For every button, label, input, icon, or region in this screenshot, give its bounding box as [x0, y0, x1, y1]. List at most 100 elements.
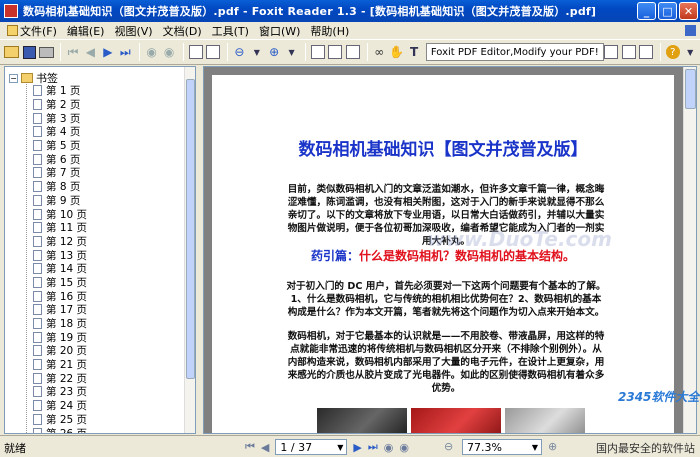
- fit-page-button[interactable]: [328, 42, 343, 62]
- maximize-button[interactable]: □: [658, 2, 677, 20]
- status-first-page-icon[interactable]: ⏮: [245, 440, 255, 454]
- bookmark-item[interactable]: 第 2 页: [33, 98, 87, 112]
- zoom-out-dropdown[interactable]: ▼: [249, 42, 264, 62]
- pdf-editor-promo[interactable]: Foxit PDF Editor,Modify your PDF!: [425, 43, 604, 61]
- chevron-down-icon: ▼: [288, 47, 295, 57]
- bookmark-item[interactable]: 第 17 页: [33, 303, 87, 317]
- bookmark-item[interactable]: 第 14 页: [33, 262, 87, 276]
- status-zoom-in-icon[interactable]: ⊕: [548, 440, 557, 453]
- next-page-button[interactable]: ▶: [100, 42, 115, 62]
- prev-page-button[interactable]: ◀: [83, 42, 98, 62]
- bookmark-item[interactable]: 第 21 页: [33, 358, 87, 372]
- zoom-out-button[interactable]: ⊖: [232, 42, 247, 62]
- toolbar-separator: [138, 43, 140, 61]
- close-button[interactable]: ✕: [679, 2, 698, 20]
- bookmark-item[interactable]: 第 8 页: [33, 180, 87, 194]
- status-zoom-out-icon[interactable]: ⊖: [444, 440, 453, 453]
- status-last-page-icon[interactable]: ⏭: [368, 440, 378, 454]
- bookmark-item[interactable]: 第 3 页: [33, 111, 87, 125]
- single-page-button[interactable]: [604, 42, 619, 62]
- toolbar-separator: [660, 43, 662, 61]
- open-button[interactable]: [4, 42, 20, 62]
- camera-photo: [317, 408, 587, 433]
- bookmark-item[interactable]: 第 20 页: [33, 344, 87, 358]
- bookmark-item[interactable]: 第 6 页: [33, 152, 87, 166]
- menu-tools[interactable]: 工具(T): [207, 23, 254, 39]
- bookmark-item[interactable]: 第 18 页: [33, 317, 87, 331]
- menu-document[interactable]: 文档(D): [158, 23, 207, 39]
- actual-size-button[interactable]: [310, 42, 326, 62]
- hand-tool-button[interactable]: ✋: [389, 42, 404, 62]
- status-back-icon[interactable]: ◉: [384, 441, 394, 454]
- fit-page-icon: [328, 45, 343, 59]
- bookmark-item[interactable]: 第 23 页: [33, 385, 87, 399]
- document-scroll-thumb[interactable]: [685, 69, 696, 109]
- zoom-field[interactable]: 77.3% ▼: [462, 439, 542, 455]
- status-next-page-icon[interactable]: ▶: [353, 441, 361, 454]
- chevron-down-icon[interactable]: ▼: [529, 443, 541, 452]
- menu-window[interactable]: 窗口(W): [254, 23, 305, 39]
- page-icon: [33, 359, 42, 371]
- bookmark-item[interactable]: 第 13 页: [33, 248, 87, 262]
- bookmark-item[interactable]: 第 15 页: [33, 276, 87, 290]
- document-scrollbar[interactable]: [683, 67, 696, 433]
- fit-width-button[interactable]: [345, 42, 360, 62]
- back-button[interactable]: ◉: [144, 42, 159, 62]
- bookmark-item[interactable]: 第 1 页: [33, 84, 87, 98]
- bookmark-item[interactable]: 第 11 页: [33, 221, 87, 235]
- bookmark-item[interactable]: 第 25 页: [33, 413, 87, 427]
- minimize-button[interactable]: _: [637, 2, 656, 20]
- help-button[interactable]: ?: [665, 42, 680, 62]
- bookmark-item[interactable]: 第 7 页: [33, 166, 87, 180]
- status-forward-icon[interactable]: ◉: [399, 441, 409, 454]
- status-prev-page-icon[interactable]: ◀: [261, 441, 269, 454]
- document-view[interactable]: 数码相机基础知识【图文并茂普及版】 目前，类似数码相机入门的文章泛滥如潮水，但许…: [203, 66, 697, 434]
- page-icon: [33, 235, 42, 247]
- print-button[interactable]: [39, 42, 55, 62]
- continuous-button[interactable]: [621, 42, 636, 62]
- save-button[interactable]: [21, 42, 36, 62]
- rotate-left-button[interactable]: [188, 42, 203, 62]
- file-menu-icon: [7, 25, 18, 36]
- bookmark-item[interactable]: 第 9 页: [33, 194, 87, 208]
- app-icon: [4, 4, 18, 18]
- pdf-page: 数码相机基础知识【图文并茂普及版】 目前，类似数码相机入门的文章泛滥如潮水，但许…: [212, 75, 674, 433]
- bookmarks-scroll-thumb[interactable]: [186, 79, 195, 379]
- chevron-down-icon[interactable]: ▼: [334, 443, 346, 452]
- collapse-icon[interactable]: −: [9, 73, 18, 83]
- menu-help[interactable]: 帮助(H): [305, 23, 354, 39]
- help-dropdown[interactable]: ▼: [682, 42, 697, 62]
- menu-edit-label: 编辑(E): [66, 24, 105, 38]
- page-icon: [33, 153, 42, 165]
- restore-document-icon[interactable]: [685, 25, 696, 36]
- zoom-in-button[interactable]: ⊕: [266, 42, 281, 62]
- bookmark-item[interactable]: 第 26 页: [33, 426, 87, 433]
- bookmark-folder-icon: [21, 73, 33, 83]
- zoom-in-dropdown[interactable]: ▼: [284, 42, 299, 62]
- last-page-button[interactable]: ⏭: [118, 42, 133, 62]
- section-heading: 药引篇：什么是数码相机？数码相机的基本结构。: [212, 247, 674, 264]
- facing-button[interactable]: [639, 42, 654, 62]
- menu-file[interactable]: 文件(F): [2, 23, 62, 39]
- bookmarks-scrollbar[interactable]: [184, 67, 195, 433]
- menu-view[interactable]: 视图(V): [109, 23, 157, 39]
- rotate-right-button[interactable]: [205, 42, 220, 62]
- back-circle-icon: ◉: [146, 45, 157, 59]
- bookmark-item[interactable]: 第 12 页: [33, 235, 87, 249]
- bookmark-item[interactable]: 第 5 页: [33, 139, 87, 153]
- single-page-icon: [604, 45, 619, 59]
- page-icon: [33, 194, 42, 206]
- page-number-field[interactable]: 1 / 37 ▼: [275, 439, 348, 455]
- page-navigation: ⏮ ◀ 1 / 37 ▼ ▶ ⏭ ◉ ◉: [245, 439, 409, 455]
- bookmark-item[interactable]: 第 10 页: [33, 207, 87, 221]
- bookmark-item[interactable]: 第 4 页: [33, 125, 87, 139]
- bookmark-item[interactable]: 第 19 页: [33, 330, 87, 344]
- select-text-button[interactable]: T: [406, 42, 421, 62]
- bookmark-item[interactable]: 第 22 页: [33, 371, 87, 385]
- forward-button[interactable]: ◉: [161, 42, 176, 62]
- menu-edit[interactable]: 编辑(E): [62, 23, 110, 39]
- find-button[interactable]: ∞: [372, 42, 387, 62]
- bookmark-item[interactable]: 第 16 页: [33, 289, 87, 303]
- bookmark-item[interactable]: 第 24 页: [33, 399, 87, 413]
- first-page-button[interactable]: ⏮: [65, 42, 80, 62]
